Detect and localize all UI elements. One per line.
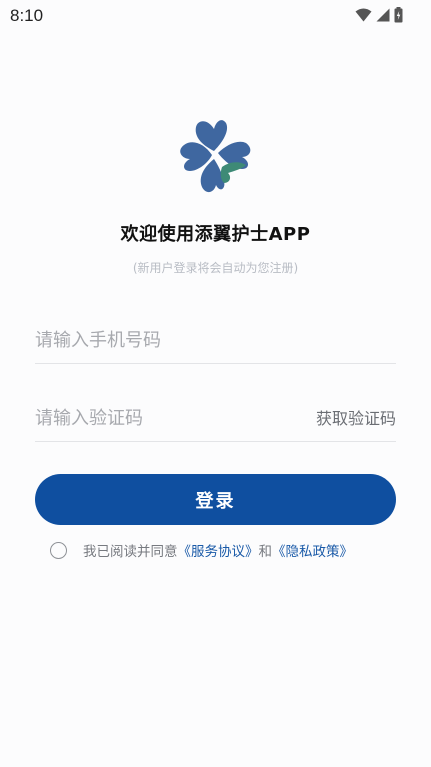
- agree-radio[interactable]: [50, 541, 67, 559]
- app-logo: [176, 117, 256, 197]
- login-button[interactable]: 登录: [35, 474, 396, 525]
- signal-icon: [376, 8, 390, 22]
- status-time: 8:10: [10, 6, 44, 25]
- page-subtitle: (新用户登录将会自动为您注册): [132, 261, 299, 275]
- agreement-and: 和: [258, 544, 273, 560]
- heart-clover-logo-icon: [180, 120, 251, 193]
- phone-input[interactable]: [35, 318, 295, 362]
- battery-icon: [394, 7, 403, 23]
- agreement-row: 我已阅读并同意 《服务协议》 和 《隐私政策》: [50, 540, 353, 560]
- phone-field: [35, 318, 396, 364]
- privacy-policy-link[interactable]: 《隐私政策》: [272, 540, 353, 560]
- page-title: 欢迎使用添翼护士APP: [120, 224, 311, 245]
- verification-code-input[interactable]: [35, 396, 295, 440]
- verification-code-field: 获取验证码: [35, 396, 396, 442]
- status-bar: 8:10: [0, 0, 431, 32]
- agreement-prefix: 我已阅读并同意: [83, 544, 178, 560]
- wifi-icon: [355, 8, 372, 22]
- status-icons: [355, 7, 403, 23]
- service-agreement-link[interactable]: 《服务协议》: [178, 540, 259, 560]
- get-code-button[interactable]: 获取验证码: [316, 405, 396, 429]
- login-screen: 8:10 欢迎使用添翼护士APP (新用户登录将会自动为您注册) 请输入手机号码…: [0, 0, 431, 767]
